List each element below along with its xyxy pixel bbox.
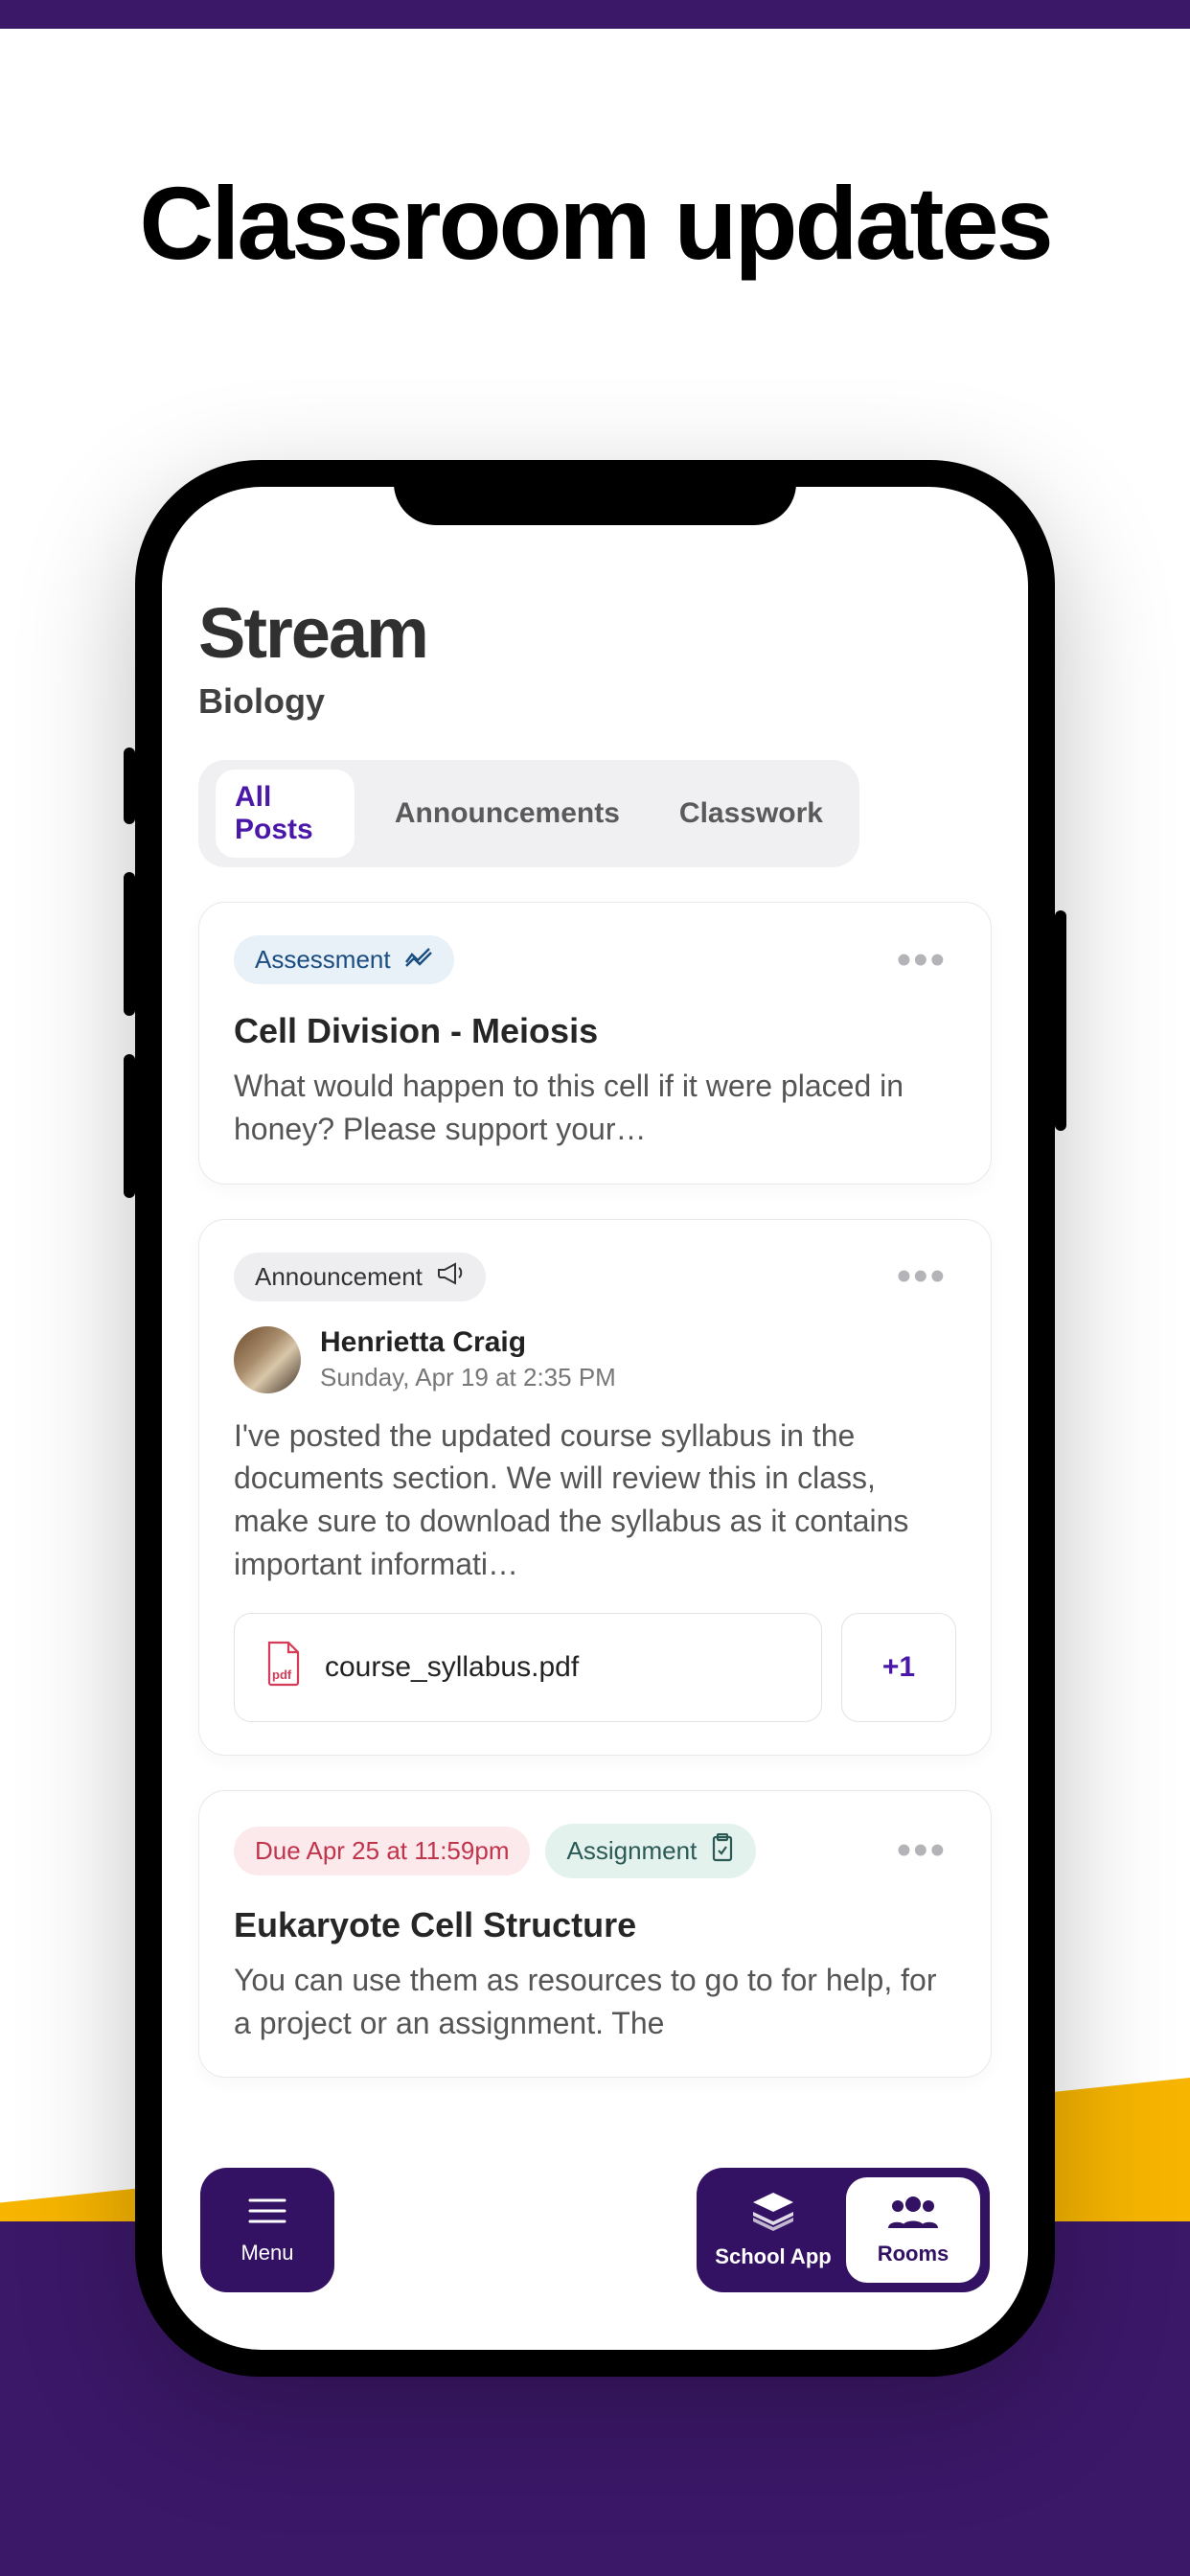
attachment-more-button[interactable]: +1 [841,1613,956,1722]
attachment-file[interactable]: pdf course_syllabus.pdf [234,1613,822,1722]
phone-side-button [124,748,135,824]
badge-announcement: Announcement [234,1253,486,1301]
layers-icon [749,2191,797,2239]
badge-label: Assignment [566,1836,697,1866]
post-title: Cell Division - Meiosis [234,1011,956,1051]
post-card[interactable]: Due Apr 25 at 11:59pm Assignment [198,1790,992,2079]
due-label: Due Apr 25 at 11:59pm [255,1836,509,1866]
rooms-button[interactable]: Rooms [846,2177,980,2283]
phone-side-button [1055,910,1066,1131]
post-menu-button[interactable]: ••• [887,1836,956,1865]
pdf-icon: pdf [263,1641,302,1694]
post-body: What would happen to this cell if it wer… [234,1065,956,1151]
tab-classwork[interactable]: Classwork [660,786,842,841]
post-body: I've posted the updated course syllabus … [234,1414,956,1586]
hamburger-icon [244,2195,290,2233]
megaphone-icon [436,1262,465,1292]
page-subtitle: Biology [198,681,992,722]
badge-assessment: Assessment [234,935,454,984]
post-card[interactable]: Announcement ••• [198,1219,992,1756]
svg-text:pdf: pdf [272,1668,292,1682]
filter-tabs: All Posts Announcements Classwork [198,760,859,867]
badge-due: Due Apr 25 at 11:59pm [234,1827,530,1875]
post-title: Eukaryote Cell Structure [234,1905,956,1945]
menu-label: Menu [240,2241,293,2266]
school-app-label: School App [715,2244,831,2269]
attachment-filename: course_syllabus.pdf [325,1651,579,1684]
clipboard-icon [710,1833,735,1869]
post-menu-button[interactable]: ••• [887,946,956,975]
tab-announcements[interactable]: Announcements [376,786,639,841]
author-name: Henrietta Craig [320,1326,616,1359]
phone-side-button [124,1054,135,1198]
post-body: You can use them as resources to go to f… [234,1959,956,2045]
tab-all-posts[interactable]: All Posts [216,770,355,858]
page-top-bar [0,0,1190,29]
people-icon [884,2194,942,2236]
badge-label: Assessment [255,945,391,975]
page-title: Stream [198,592,992,674]
trend-icon [404,945,433,975]
phone-notch [394,460,796,525]
menu-button[interactable]: Menu [200,2168,334,2292]
badge-label: Announcement [255,1262,423,1292]
rooms-label: Rooms [878,2242,950,2266]
badge-assignment: Assignment [545,1824,756,1878]
phone-side-button [124,872,135,1016]
phone-frame: Stream Biology All Posts Announcements C… [135,460,1055,2377]
phone-screen: Stream Biology All Posts Announcements C… [162,487,1028,2350]
hero-title: Classroom updates [0,163,1190,283]
post-date: Sunday, Apr 19 at 2:35 PM [320,1363,616,1392]
bottom-switcher: School App Rooms [697,2168,990,2292]
post-card[interactable]: Assessment ••• Cell Division - Meiosis [198,902,992,1184]
school-app-button[interactable]: School App [706,2177,840,2283]
post-menu-button[interactable]: ••• [887,1262,956,1291]
avatar [234,1326,301,1393]
